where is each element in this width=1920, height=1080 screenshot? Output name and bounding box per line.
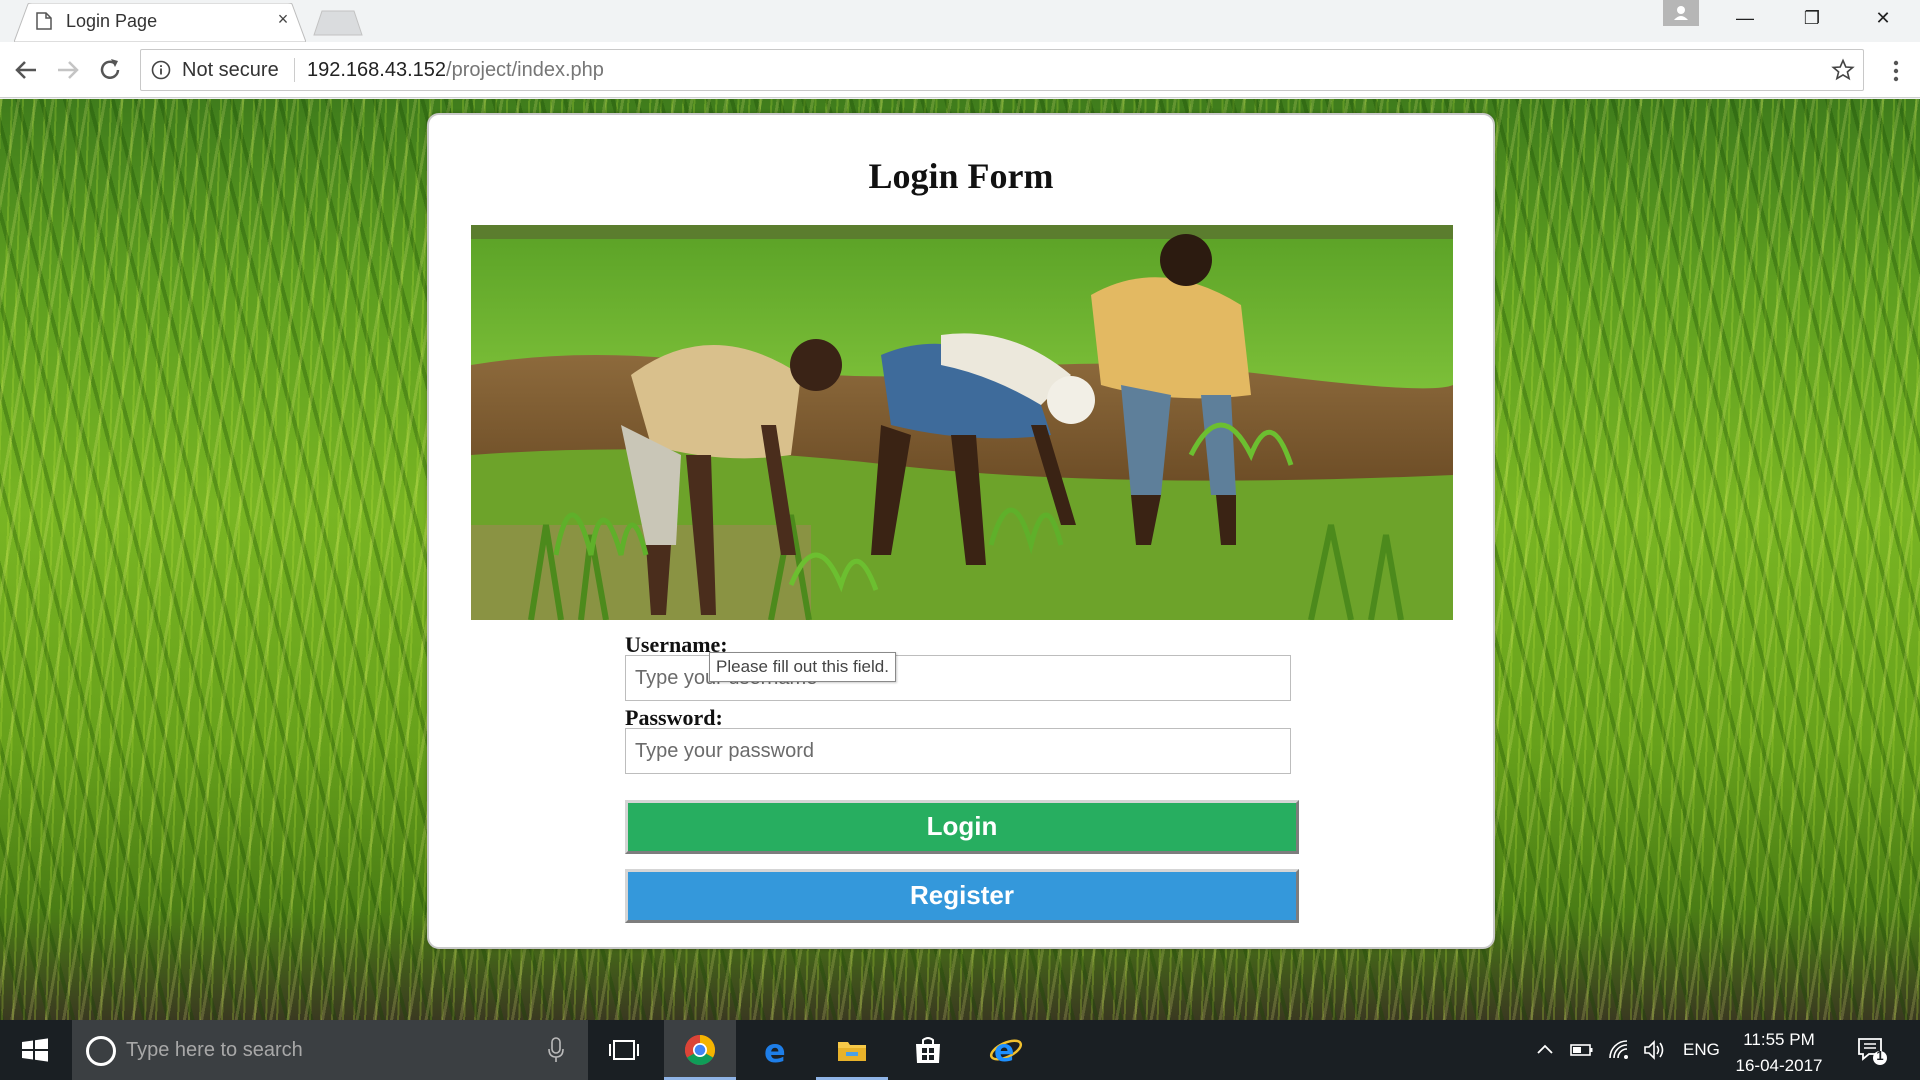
url-text[interactable]: 192.168.43.152/project/index.php <box>307 59 604 82</box>
login-card: Login Form Username: Type your username … <box>427 113 1495 949</box>
start-button[interactable] <box>0 1020 70 1080</box>
cortana-icon <box>86 1036 116 1066</box>
tab-strip: Login Page × — ❐ ✕ <box>0 0 1920 42</box>
arrow-right-icon <box>58 61 79 79</box>
search-placeholder: Type here to search <box>126 1039 303 1061</box>
forward-button[interactable] <box>52 54 84 86</box>
volume-icon[interactable] <box>1642 1038 1666 1062</box>
password-input[interactable] <box>625 728 1291 774</box>
task-view-icon <box>609 1040 639 1060</box>
back-button[interactable] <box>10 54 42 86</box>
tab-title: Login Page <box>66 11 158 31</box>
clock[interactable]: 11:55 PM 16-04-2017 <box>1724 1027 1834 1079</box>
close-window-button[interactable]: ✕ <box>1868 8 1898 32</box>
edge-taskbar-button[interactable]: e <box>740 1020 812 1080</box>
store-icon <box>916 1037 940 1063</box>
language-indicator[interactable]: ENG <box>1683 1040 1720 1060</box>
active-tab[interactable] <box>14 3 306 42</box>
menu-kebab-icon[interactable] <box>1884 56 1908 86</box>
chrome-icon <box>684 1035 716 1066</box>
notification-badge: 1 <box>1876 1048 1884 1063</box>
file-explorer-taskbar-button[interactable] <box>816 1020 888 1080</box>
minimize-button[interactable]: — <box>1730 8 1760 32</box>
windows-logo-icon <box>22 1038 48 1062</box>
validation-tooltip: Please fill out this field. <box>709 652 896 682</box>
omnibox[interactable]: Not secure 192.168.43.152/project/index.… <box>140 49 1864 91</box>
task-view-button[interactable] <box>588 1020 660 1080</box>
file-explorer-icon <box>838 1042 866 1061</box>
action-center-button[interactable]: 1 <box>1855 1034 1889 1066</box>
wifi-icon[interactable] <box>1607 1038 1631 1062</box>
divider <box>294 58 295 82</box>
reload-icon <box>100 59 120 79</box>
security-status[interactable]: Not secure <box>182 59 279 82</box>
battery-icon[interactable] <box>1570 1038 1594 1062</box>
microphone-icon[interactable] <box>546 1036 566 1064</box>
internet-explorer-taskbar-button[interactable]: e <box>968 1020 1040 1080</box>
bookmark-star-icon[interactable] <box>1831 58 1855 82</box>
clock-time: 11:55 PM <box>1743 1030 1815 1049</box>
info-icon[interactable] <box>151 60 171 80</box>
svg-text:e: e <box>764 1034 786 1066</box>
new-tab-button[interactable] <box>312 10 364 36</box>
chrome-taskbar-button[interactable] <box>664 1020 736 1080</box>
edge-icon: e <box>764 1034 786 1066</box>
hero-image <box>471 225 1453 620</box>
arrow-left-icon <box>15 61 36 79</box>
internet-explorer-icon: e <box>989 1034 1023 1066</box>
restore-button[interactable]: ❐ <box>1797 8 1827 32</box>
tab-close-icon[interactable]: × <box>273 9 293 29</box>
login-button[interactable]: Login <box>625 800 1299 854</box>
page-icon <box>36 12 52 30</box>
person-icon <box>1674 6 1688 20</box>
svg-text:e: e <box>994 1034 1014 1066</box>
chevron-up-icon[interactable] <box>1533 1038 1557 1062</box>
store-taskbar-button[interactable] <box>892 1020 964 1080</box>
profile-button[interactable] <box>1663 0 1699 26</box>
register-button[interactable]: Register <box>625 869 1299 923</box>
page-background: Login Form Username: Type your username … <box>0 99 1920 1020</box>
url-path: /project/index.php <box>446 59 604 81</box>
page-title: Login Form <box>868 156 1054 196</box>
taskbar-search[interactable]: Type here to search <box>72 1020 588 1080</box>
clock-date: 16-04-2017 <box>1735 1056 1823 1075</box>
toolbar: Not secure 192.168.43.152/project/index.… <box>0 42 1920 98</box>
taskbar: Type here to search e e ENG 11:55 PM 16-… <box>0 1020 1920 1080</box>
reload-button[interactable] <box>94 54 126 86</box>
url-host: 192.168.43.152 <box>307 59 447 81</box>
